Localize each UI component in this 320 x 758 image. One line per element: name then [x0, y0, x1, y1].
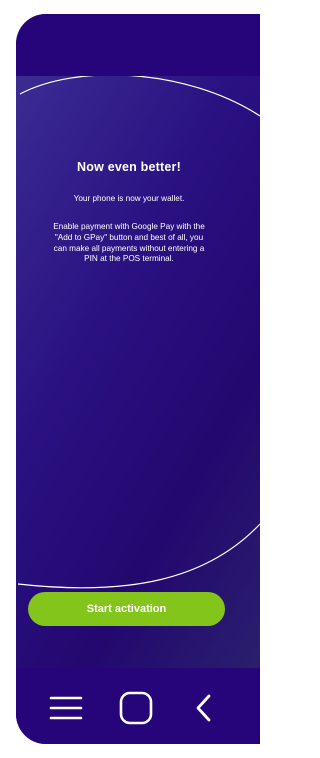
status-bar-area	[16, 14, 260, 76]
phone-screen	[16, 14, 260, 744]
start-activation-button[interactable]: Start activation	[28, 592, 225, 626]
home-icon[interactable]	[114, 688, 158, 728]
promo-title: Now even better!	[77, 160, 181, 174]
menu-icon[interactable]	[44, 688, 88, 728]
promo-subtitle: Your phone is now your wallet.	[73, 194, 185, 203]
system-navigation-bar	[16, 668, 260, 744]
back-icon[interactable]	[182, 688, 226, 728]
promo-description: Enable payment with Google Pay with the …	[53, 222, 205, 264]
